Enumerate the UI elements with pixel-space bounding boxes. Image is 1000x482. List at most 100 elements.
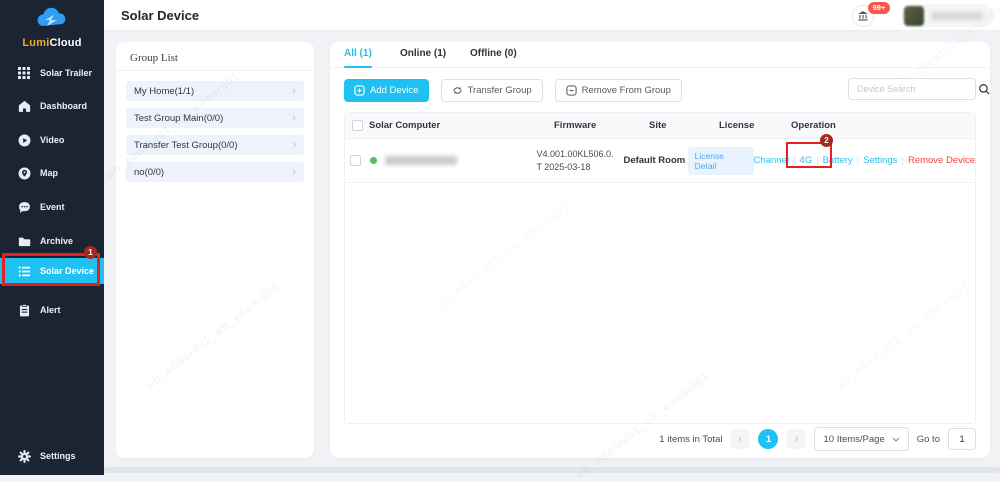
pagination: 1 items in Total ‹ 1 › 10 Items/Page Go … — [659, 427, 976, 451]
device-table: Solar Computer Firmware Site License Ope… — [344, 112, 976, 424]
sidebar-item-label: Event — [40, 202, 65, 212]
goto-page-input[interactable] — [948, 428, 976, 450]
4g-link[interactable]: 4G — [799, 155, 812, 166]
total-items-text: 1 items in Total — [659, 434, 722, 445]
row-checkbox[interactable] — [350, 155, 361, 166]
separator: | — [793, 155, 795, 166]
remove-from-group-button[interactable]: Remove From Group — [555, 79, 682, 102]
col-header-firmware: Firmware — [554, 120, 649, 131]
horizontal-scrollbar[interactable] — [104, 467, 1000, 473]
sidebar-item-solar-device[interactable]: Solar Device — [0, 258, 104, 284]
separator: | — [816, 155, 818, 166]
group-item-label: My Home(1/1) — [134, 86, 194, 97]
device-panel: All (1) Online (1) Offline (0) Add Devic… — [330, 42, 990, 458]
tab-online[interactable]: Online (1) — [400, 48, 446, 67]
separator: | — [857, 155, 859, 166]
chevron-right-icon: › — [292, 140, 296, 151]
toolbar: Add Device Transfer Group Remove From Gr… — [344, 79, 682, 102]
group-item-label: Transfer Test Group(0/0) — [134, 140, 237, 151]
search-input[interactable] — [849, 79, 978, 99]
sidebar-item-event[interactable]: Event — [0, 194, 104, 220]
page-size-select[interactable]: 10 Items/Page — [814, 427, 908, 451]
bank-icon — [857, 10, 869, 22]
site-value: Default Room — [623, 155, 685, 166]
notification-count-badge: 99+ — [868, 2, 890, 14]
sidebar-item-label: Settings — [40, 451, 76, 461]
remove-device-link[interactable]: Remove Device — [908, 155, 975, 166]
col-header-site: Site — [649, 120, 719, 131]
sidebar: LumiCloud Solar Trailer Dashboard Video — [0, 0, 104, 475]
apps-grid-icon — [17, 66, 31, 80]
brand-name-accent: Lumi — [22, 37, 49, 49]
select-all-checkbox[interactable] — [352, 120, 363, 131]
goto-label: Go to — [917, 434, 940, 445]
group-item-test-group-main[interactable]: Test Group Main(0/0) › — [126, 108, 304, 128]
sidebar-item-video[interactable]: Video — [0, 127, 104, 153]
battery-link[interactable]: Battery — [823, 155, 853, 166]
page-title: Solar Device — [121, 0, 199, 31]
license-detail-button[interactable]: License Detail — [688, 147, 754, 175]
brand-name: LumiCloud — [0, 37, 104, 49]
user-name-redacted — [931, 12, 983, 20]
col-header-license: License — [719, 120, 791, 131]
transfer-group-label: Transfer Group — [468, 85, 532, 96]
sidebar-item-dashboard[interactable]: Dashboard — [0, 93, 104, 119]
device-list-icon — [17, 264, 31, 278]
channel-link[interactable]: Channel — [754, 155, 789, 166]
group-list-title: Group List — [130, 52, 178, 64]
sidebar-item-label: Dashboard — [40, 101, 87, 111]
avatar — [904, 6, 924, 26]
map-icon — [17, 166, 31, 180]
device-name-redacted — [385, 156, 457, 165]
settings-link[interactable]: Settings — [863, 155, 897, 166]
gear-icon — [17, 449, 31, 463]
sidebar-item-label: Map — [40, 168, 58, 178]
divider — [330, 67, 990, 68]
group-item-my-home[interactable]: My Home(1/1) › — [126, 81, 304, 101]
add-device-label: Add Device — [370, 85, 419, 96]
play-circle-icon — [17, 133, 31, 147]
sidebar-item-settings[interactable]: Settings — [0, 443, 104, 469]
prev-page-button[interactable]: ‹ — [730, 429, 750, 449]
group-item-label: Test Group Main(0/0) — [134, 113, 223, 124]
transfer-icon — [452, 85, 463, 96]
group-item-no[interactable]: no(0/0) › — [126, 162, 304, 182]
brand-name-rest: Cloud — [49, 37, 81, 49]
search-icon[interactable] — [978, 83, 991, 96]
sidebar-item-label: Video — [40, 135, 64, 145]
table-header-row: Solar Computer Firmware Site License Ope… — [345, 113, 975, 139]
transfer-group-button[interactable]: Transfer Group — [441, 79, 543, 102]
plus-square-icon — [354, 85, 365, 96]
sidebar-item-label: Alert — [40, 305, 61, 315]
divider — [116, 70, 314, 71]
sidebar-item-alert[interactable]: Alert — [0, 297, 104, 323]
folder-icon — [17, 234, 31, 248]
group-item-transfer-test-group[interactable]: Transfer Test Group(0/0) › — [126, 135, 304, 155]
tab-offline[interactable]: Offline (0) — [470, 48, 517, 67]
top-header: Solar Device 99+ — [104, 0, 1000, 31]
remove-from-group-label: Remove From Group — [582, 85, 671, 96]
sidebar-item-label: Solar Device — [40, 266, 94, 276]
firmware-value: V4.001.00KL506.0.T 2025-03-18 — [536, 148, 623, 174]
add-device-button[interactable]: Add Device — [344, 79, 429, 102]
minus-square-icon — [566, 85, 577, 96]
user-menu[interactable] — [902, 4, 994, 27]
chat-bubble-icon — [17, 200, 31, 214]
sidebar-item-map[interactable]: Map — [0, 160, 104, 186]
sidebar-item-solar-trailer[interactable]: Solar Trailer — [0, 60, 104, 86]
group-item-label: no(0/0) — [134, 167, 164, 178]
tab-all[interactable]: All (1) — [344, 48, 372, 67]
online-status-dot — [370, 157, 377, 164]
group-list-panel: Group List My Home(1/1) › Test Group Mai… — [116, 42, 314, 458]
col-header-operation: Operation — [791, 120, 975, 131]
sidebar-item-archive[interactable]: Archive — [0, 228, 104, 254]
dashboard-icon — [17, 99, 31, 113]
brand-logo: LumiCloud — [0, 6, 104, 49]
table-row: V4.001.00KL506.0.T 2025-03-18 Default Ro… — [345, 139, 975, 183]
next-page-button[interactable]: › — [786, 429, 806, 449]
chevron-down-icon — [892, 437, 900, 442]
current-page-button[interactable]: 1 — [758, 429, 778, 449]
page-size-value: 10 Items/Page — [823, 434, 884, 445]
sidebar-item-label: Archive — [40, 236, 73, 246]
page: LumiCloud Solar Trailer Dashboard Video — [0, 0, 1000, 475]
